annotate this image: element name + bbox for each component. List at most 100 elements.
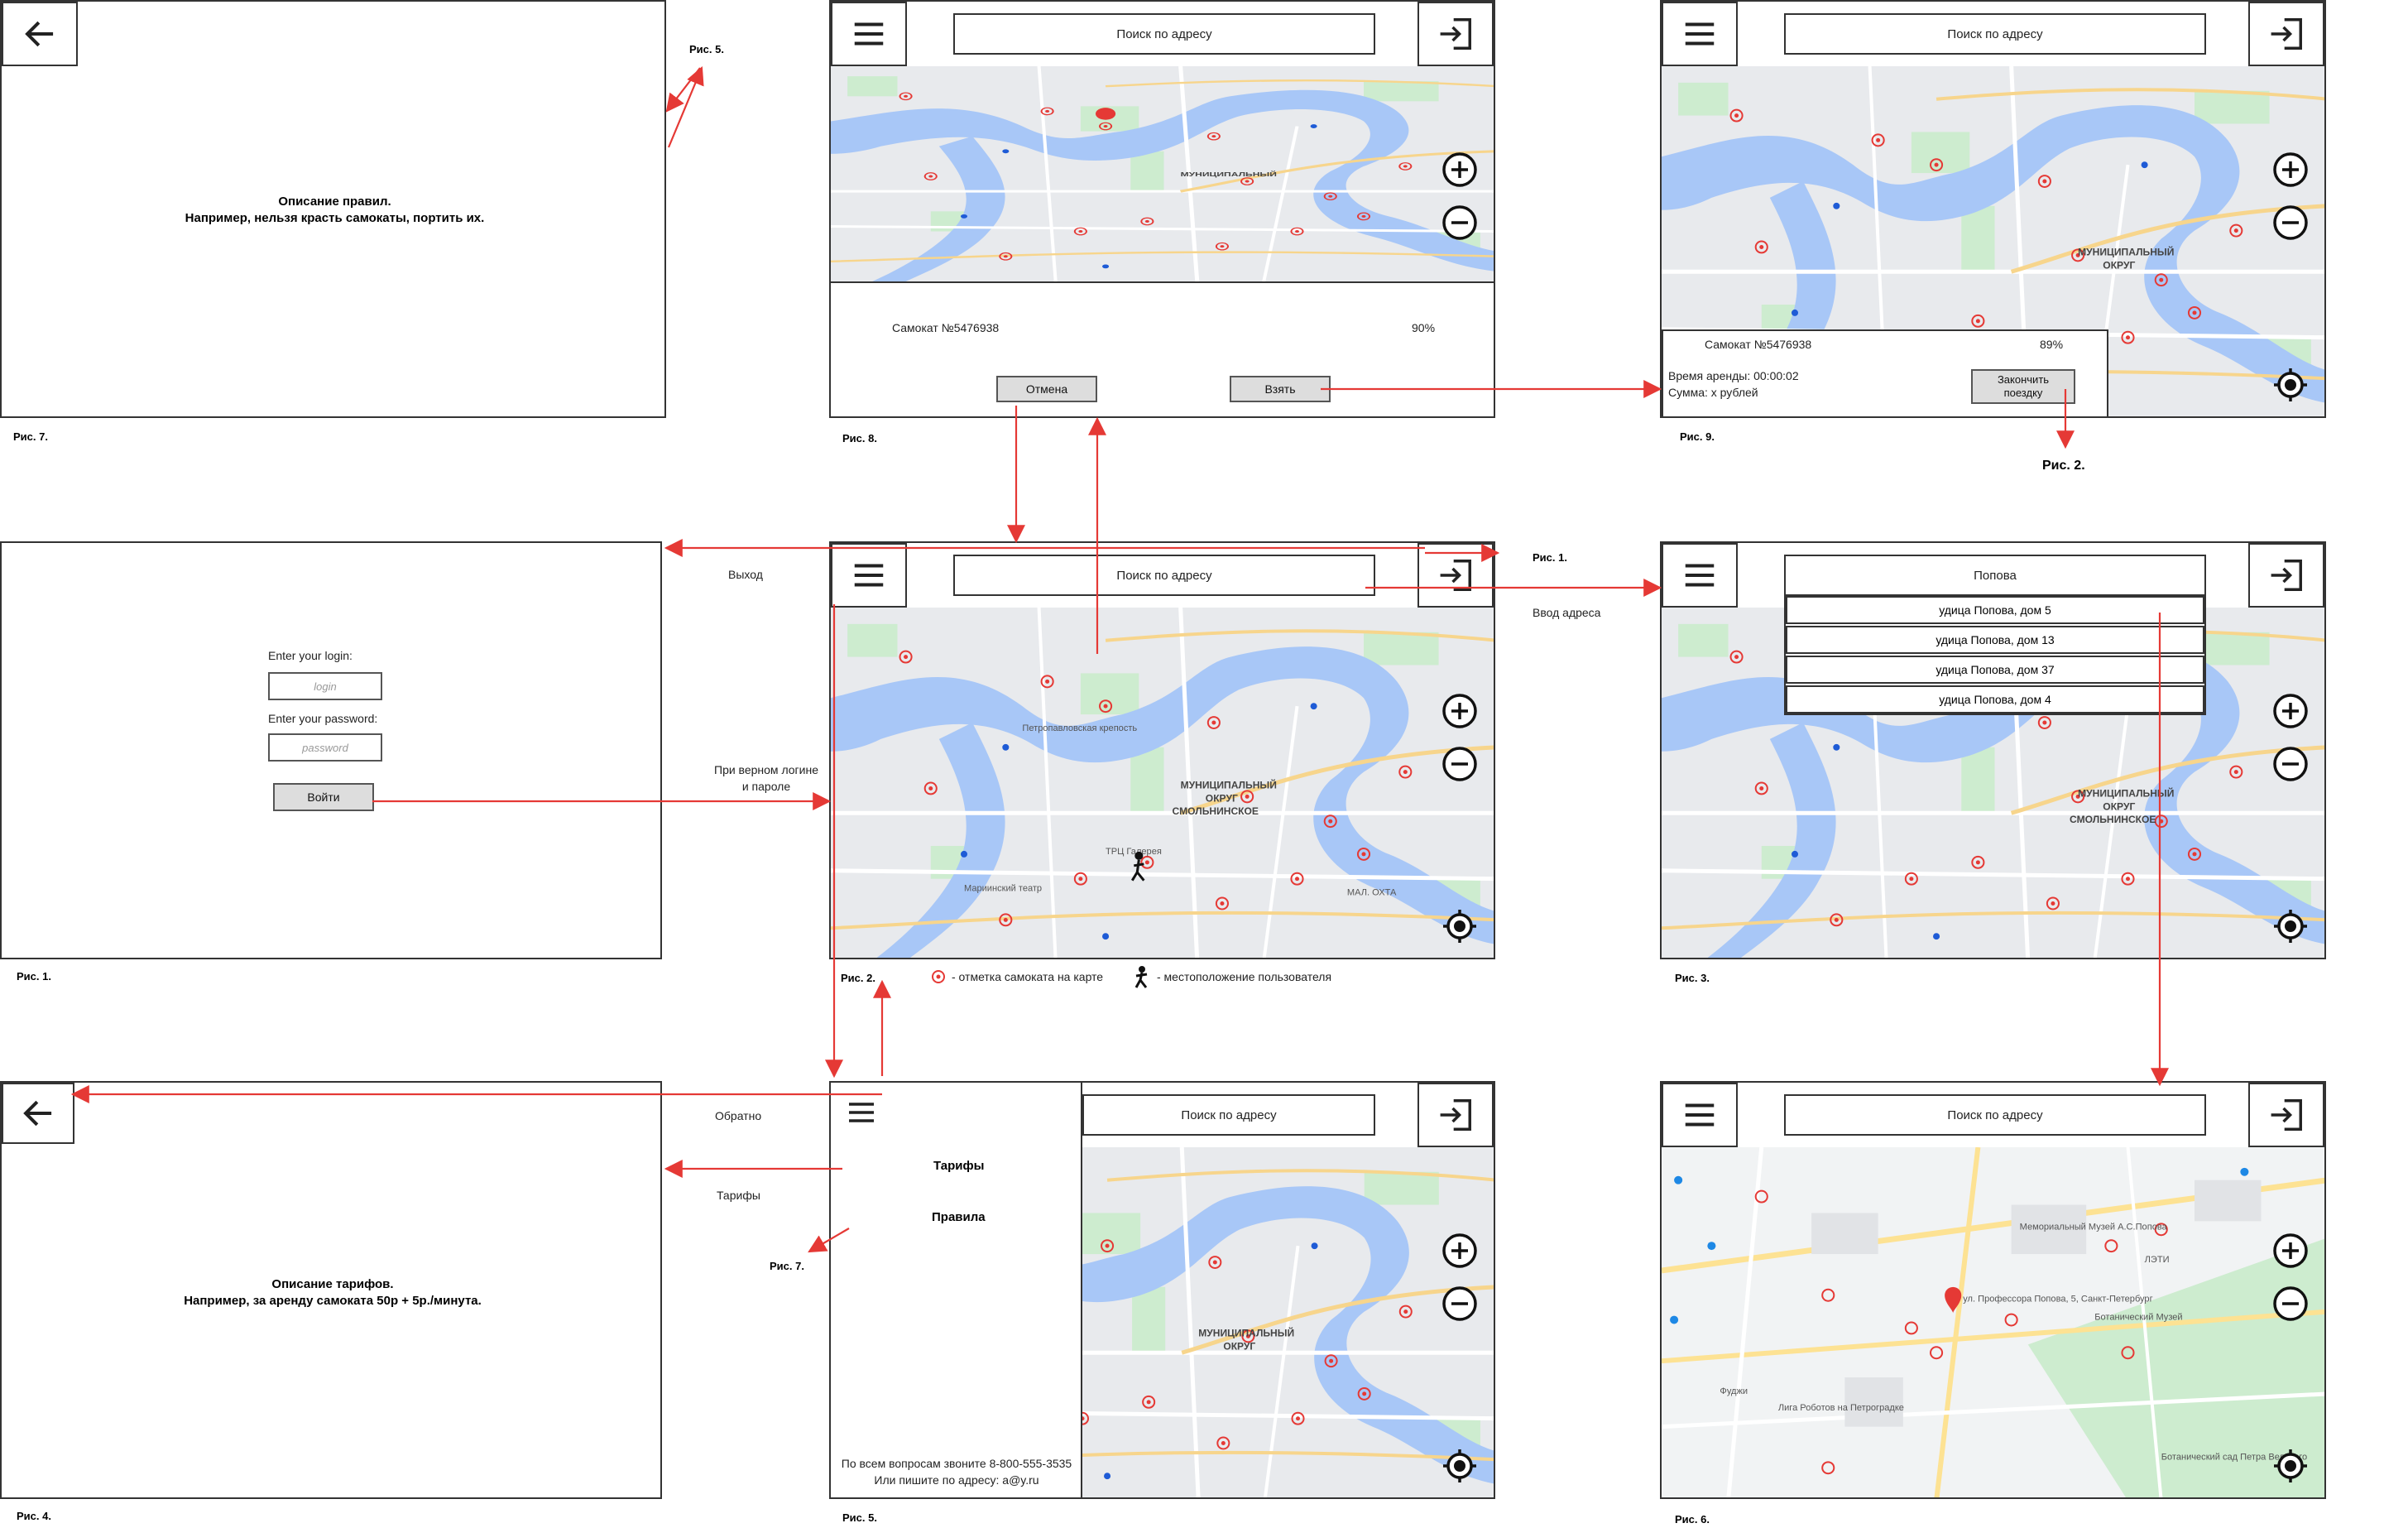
map-view[interactable]: МУНИЦИПАЛЬНЫЙ ОКРУГ bbox=[1082, 1147, 1494, 1497]
svg-text:МУНИЦИПАЛЬНЫЙ: МУНИЦИПАЛЬНЫЙ bbox=[2078, 786, 2174, 799]
search-input[interactable]: Попова bbox=[1784, 555, 2206, 596]
annotation-to-fig7: Рис. 7. bbox=[770, 1260, 804, 1272]
map-view[interactable]: МУНИЦИПАЛЬНЫЙ ОКРУГ СМОЛЬНИНСКОЕ Петропа… bbox=[831, 608, 1494, 958]
logout-button[interactable] bbox=[1417, 543, 1494, 608]
suggestion-item[interactable]: удица Попова, дом 5 bbox=[1786, 596, 2204, 624]
locate-me-button[interactable] bbox=[1441, 1447, 1479, 1485]
detail-map-view[interactable]: ул. Профессора Попова, 5, Санкт-Петербур… bbox=[1662, 1147, 2324, 1497]
arrow-left-icon bbox=[23, 1100, 52, 1127]
zoom-out-button[interactable] bbox=[1441, 1285, 1479, 1323]
zoom-out-button[interactable] bbox=[2271, 204, 2310, 242]
rules-screen: Описание правил. Например, нельзя красть… bbox=[0, 0, 666, 418]
menu-item-tariffs[interactable]: Тарифы bbox=[933, 1159, 984, 1173]
back-button[interactable] bbox=[2, 2, 78, 66]
map-view[interactable]: МУНИЦИПАЛЬНЫЙ bbox=[831, 66, 1494, 281]
password-input[interactable]: password bbox=[268, 733, 382, 762]
svg-text:ОКРУГ: ОКРУГ bbox=[2103, 259, 2135, 271]
zoom-in-button[interactable] bbox=[2271, 151, 2310, 189]
annotation-tariffs: Тарифы bbox=[717, 1189, 760, 1202]
svg-text:ОКРУГ: ОКРУГ bbox=[1223, 1340, 1255, 1352]
menu-button[interactable] bbox=[1662, 2, 1738, 66]
fig-label-1: Рис. 1. bbox=[17, 970, 51, 983]
menu-button[interactable] bbox=[1662, 1083, 1738, 1147]
annotation-address-input: Ввод адреса bbox=[1533, 606, 1601, 619]
logout-button[interactable] bbox=[1417, 1083, 1494, 1147]
take-button[interactable]: Взять bbox=[1230, 376, 1331, 402]
svg-text:МУНИЦИПАЛЬНЫЙ: МУНИЦИПАЛЬНЫЙ bbox=[1181, 779, 1277, 791]
fig-label-5: Рис. 5. bbox=[842, 1511, 877, 1524]
minus-icon bbox=[2273, 1286, 2308, 1321]
fig-label-8: Рис. 8. bbox=[842, 432, 877, 444]
hamburger-icon bbox=[854, 564, 884, 587]
logout-button[interactable] bbox=[1417, 2, 1494, 66]
ride-scooter-name: Самокат №5476938 bbox=[1705, 338, 1812, 351]
plus-icon bbox=[2273, 152, 2308, 187]
locate-me-button[interactable] bbox=[2271, 907, 2310, 945]
fig-label-2: Рис. 2. bbox=[841, 972, 875, 984]
search-input[interactable]: Поиск по адресу bbox=[953, 13, 1375, 55]
logout-button[interactable] bbox=[2248, 543, 2324, 608]
zoom-in-button[interactable] bbox=[1441, 1232, 1479, 1270]
hamburger-icon bbox=[1685, 22, 1715, 46]
locate-me-button[interactable] bbox=[1441, 907, 1479, 945]
fig-label-6: Рис. 6. bbox=[1675, 1513, 1710, 1526]
search-input[interactable]: Поиск по адресу bbox=[1784, 1094, 2206, 1136]
search-input[interactable]: Поиск по адресу bbox=[1082, 1094, 1375, 1136]
address-result-screen: ул. Профессора Попова, 5, Санкт-Петербур… bbox=[1660, 1081, 2326, 1499]
suggestion-item[interactable]: удица Попова, дом 13 bbox=[1786, 626, 2204, 654]
scooter-marker-icon bbox=[932, 970, 945, 983]
logout-icon bbox=[1440, 560, 1471, 591]
search-input[interactable]: Поиск по адресу bbox=[953, 555, 1375, 596]
zoom-in-button[interactable] bbox=[2271, 1232, 2310, 1270]
logout-icon bbox=[2271, 18, 2302, 50]
zoom-out-button[interactable] bbox=[2271, 1285, 2310, 1323]
zoom-in-button[interactable] bbox=[1441, 692, 1479, 730]
cancel-button[interactable]: Отмена bbox=[996, 376, 1097, 402]
contact-phone: По всем вопросам звоните 8-800-555-3535 bbox=[841, 1457, 1072, 1470]
minus-icon bbox=[1442, 1286, 1477, 1321]
finish-ride-button[interactable]: Закончить поездку bbox=[1971, 369, 2075, 404]
login-input[interactable]: login bbox=[268, 672, 382, 700]
suggestion-item[interactable]: удица Попова, дом 37 bbox=[1786, 656, 2204, 684]
minus-icon bbox=[2273, 747, 2308, 781]
annotation-to-fig5: Рис. 5. bbox=[689, 43, 724, 55]
locate-me-button[interactable] bbox=[2271, 366, 2310, 404]
svg-text:СМОЛЬНИНСКОЕ: СМОЛЬНИНСКОЕ bbox=[1173, 805, 1259, 817]
zoom-in-button[interactable] bbox=[2271, 692, 2310, 730]
annotation-login-correct: При верном логине и пароле bbox=[714, 763, 818, 793]
menu-item-rules[interactable]: Правила bbox=[932, 1210, 986, 1224]
password-label: Enter your password: bbox=[268, 712, 378, 725]
ride-battery: 89% bbox=[2040, 338, 2064, 351]
login-button[interactable]: Войти bbox=[273, 783, 374, 811]
ride-time: Время аренды: 00:00:02 bbox=[1668, 369, 1799, 382]
menu-button[interactable] bbox=[831, 2, 907, 66]
zoom-out-button[interactable] bbox=[2271, 745, 2310, 783]
logout-button[interactable] bbox=[2248, 1083, 2324, 1147]
svg-text:СМОЛЬНИНСКОЕ: СМОЛЬНИНСКОЕ bbox=[2070, 814, 2156, 825]
zoom-out-button[interactable] bbox=[1441, 745, 1479, 783]
logout-button[interactable] bbox=[2248, 2, 2324, 66]
suggestion-item[interactable]: удица Попова, дом 4 bbox=[1786, 685, 2204, 714]
logout-icon bbox=[2271, 560, 2302, 591]
svg-text:Ботанический Музей: Ботанический Музей bbox=[2094, 1313, 2182, 1323]
annotation-to-fig2: Рис. 2. bbox=[2042, 459, 2085, 473]
back-button[interactable] bbox=[2, 1083, 74, 1144]
locate-me-button[interactable] bbox=[2271, 1447, 2310, 1485]
search-input[interactable]: Поиск по адресу bbox=[1784, 13, 2206, 55]
rules-description: Например, нельзя красть самокаты, портит… bbox=[185, 211, 485, 225]
svg-text:Мариинский театр: Мариинский театр bbox=[964, 884, 1042, 894]
search-dropdown: Попова удица Попова, дом 5 удица Попова,… bbox=[1784, 555, 2206, 715]
menu-button[interactable] bbox=[1662, 543, 1738, 608]
fig-label-4: Рис. 4. bbox=[17, 1510, 51, 1522]
plus-icon bbox=[1442, 694, 1477, 728]
svg-text:МАЛ. ОХТА: МАЛ. ОХТА bbox=[1347, 888, 1397, 898]
svg-text:МУНИЦИПАЛЬНЫЙ: МУНИЦИПАЛЬНЫЙ bbox=[2078, 245, 2174, 257]
menu-button[interactable] bbox=[831, 543, 907, 608]
plus-icon bbox=[1442, 152, 1477, 187]
menu-button[interactable] bbox=[842, 1096, 880, 1129]
contact-email: Или пишите по адресу: a@y.ru bbox=[874, 1473, 1039, 1487]
minus-icon bbox=[1442, 747, 1477, 781]
svg-text:ТРЦ Галерея: ТРЦ Галерея bbox=[1106, 847, 1162, 857]
zoom-in-button[interactable] bbox=[1441, 151, 1479, 189]
zoom-out-button[interactable] bbox=[1441, 204, 1479, 242]
